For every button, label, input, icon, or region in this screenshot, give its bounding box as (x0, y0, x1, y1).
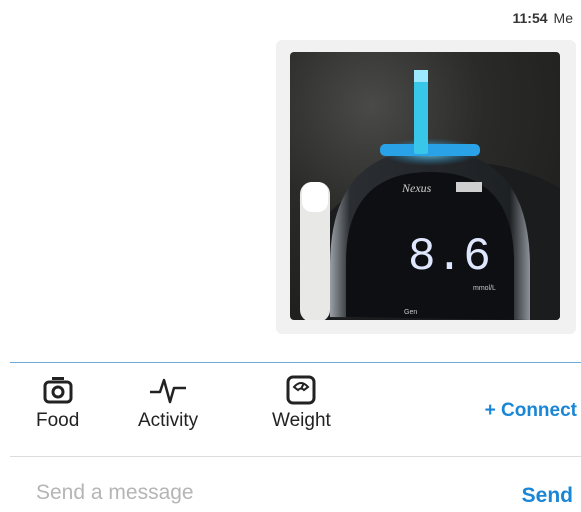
glucose-reading: 8.6 (408, 231, 491, 283)
message-composer: Send (0, 470, 581, 512)
food-button[interactable]: Food (36, 370, 79, 432)
glucose-meter-photo[interactable]: Nexus 8.6 mmol/L Gen (290, 52, 560, 320)
message-input[interactable] (34, 480, 398, 506)
food-label: Food (36, 410, 80, 431)
activity-label: Activity (138, 410, 199, 431)
message-bubble[interactable]: Nexus 8.6 mmol/L Gen (276, 40, 576, 334)
composer-divider (10, 456, 581, 457)
weight-label: Weight (272, 410, 331, 431)
test-strip (414, 70, 428, 154)
scale-icon (281, 370, 321, 410)
chat-screen: 11:54 Me Nexus 8.6 mmol/L Gen Food Activ… (0, 0, 581, 512)
connect-button[interactable]: + Connect (485, 400, 577, 422)
camera-icon (38, 370, 78, 410)
message-meta: 11:54 Me (513, 10, 574, 26)
pulse-icon (148, 370, 188, 410)
weight-button[interactable]: Weight (272, 370, 331, 432)
glucose-meter-illustration: Nexus 8.6 mmol/L Gen (300, 70, 560, 320)
meter-brand: Nexus (401, 181, 432, 195)
send-button[interactable]: Send (522, 484, 573, 508)
activity-button[interactable]: Activity (138, 370, 198, 432)
toolbar-divider (10, 362, 581, 363)
meter-sub-label: Gen (404, 309, 417, 316)
message-time: 11:54 (512, 10, 548, 26)
message-sender: Me (553, 10, 573, 26)
glucose-unit: mmol/L (473, 285, 496, 292)
